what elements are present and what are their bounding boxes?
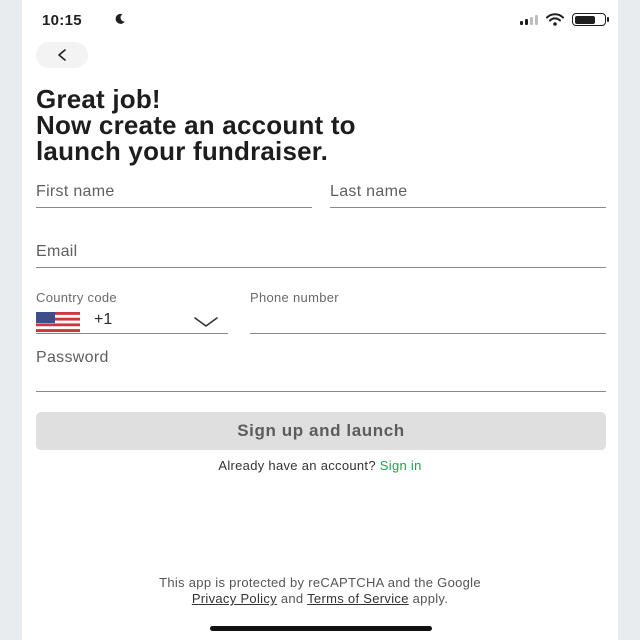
page-title: Great job! Now create an account to laun… (36, 86, 606, 164)
status-time: 10:15 (42, 12, 82, 29)
first-name-field[interactable]: First name (36, 180, 312, 208)
wifi-icon (546, 13, 564, 26)
back-button[interactable] (36, 42, 88, 68)
email-field[interactable]: Email (36, 240, 606, 268)
last-name-field[interactable]: Last name (330, 180, 606, 208)
privacy-policy-link[interactable]: Privacy Policy (192, 591, 277, 606)
battery-icon (572, 13, 609, 26)
moon-icon (115, 13, 125, 24)
chevron-left-icon (58, 49, 66, 61)
recaptcha-line-1: This app is protected by reCAPTCHA and t… (159, 575, 481, 590)
recaptcha-notice: This app is protected by reCAPTCHA and t… (22, 575, 618, 607)
signup-button[interactable]: Sign up and launch (36, 412, 606, 450)
last-name-input[interactable] (330, 187, 606, 205)
terms-of-service-link[interactable]: Terms of Service (307, 591, 409, 606)
signin-link[interactable]: Sign in (380, 458, 422, 473)
recaptcha-line-2: Privacy Policy and Terms of Service appl… (22, 591, 618, 607)
phone-number-field[interactable]: Phone number (250, 288, 606, 334)
password-input[interactable] (36, 371, 606, 389)
password-label: Password (36, 349, 109, 366)
first-name-input[interactable] (36, 187, 312, 205)
us-flag-icon (36, 312, 80, 332)
headline-line-1: Great job! (36, 84, 161, 114)
country-code-select[interactable]: Country code +1 (36, 288, 228, 334)
email-input[interactable] (36, 247, 606, 265)
signin-row: Already have an account? Sign in (22, 458, 618, 473)
phone-number-input[interactable] (250, 313, 606, 331)
chevron-down-icon (194, 317, 218, 327)
status-icons (520, 13, 609, 26)
recaptcha-and: and (280, 591, 304, 606)
phone-screen: 10:15 Great job! Now create an account t… (22, 0, 618, 640)
signal-icon (520, 14, 538, 25)
signin-prompt: Already have an account? (218, 458, 376, 473)
recaptcha-apply: apply. (412, 591, 449, 606)
status-bar: 10:15 (22, 0, 618, 40)
home-indicator[interactable] (210, 626, 432, 631)
password-field[interactable]: Password (36, 348, 606, 392)
dial-code: +1 (94, 311, 113, 328)
headline-line-3: launch your fundraiser. (36, 136, 329, 166)
headline-line-2: Now create an account to (36, 110, 356, 140)
phone-number-label: Phone number (250, 290, 339, 305)
country-code-label: Country code (36, 290, 117, 305)
